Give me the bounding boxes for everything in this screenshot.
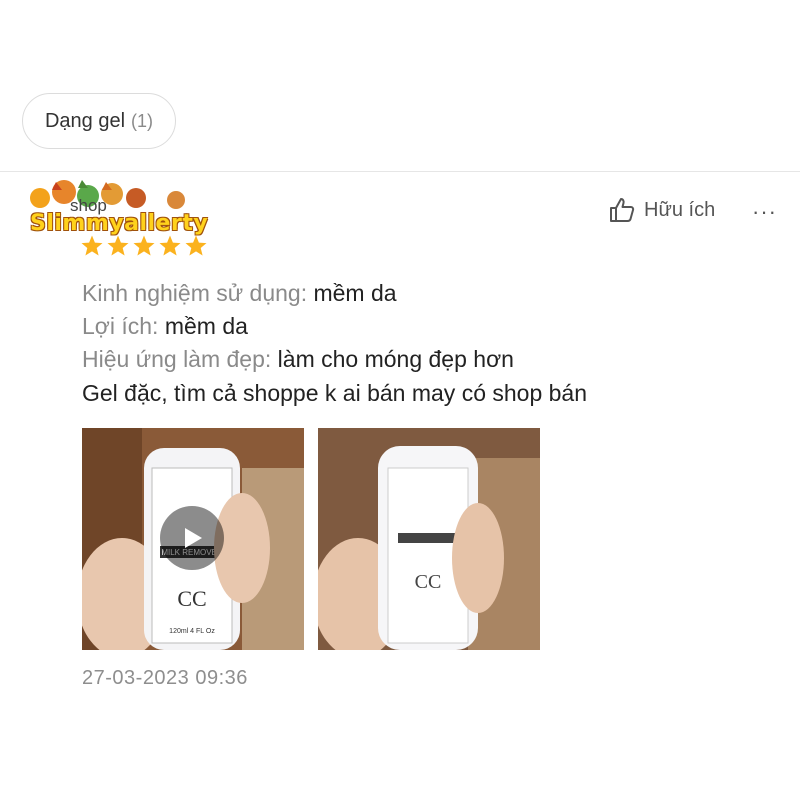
helpful-button[interactable]: Hữu ích xyxy=(608,196,715,224)
attribute-label: Kinh nghiệm sử dụng: xyxy=(82,280,308,306)
filter-chip-label: Dạng gel xyxy=(44,109,126,132)
review-comment: Gel đặc, tìm cả shoppe k ai bán may có s… xyxy=(82,380,588,406)
review-attribute-benefit: Lợi ích: mềm da xyxy=(82,313,248,340)
avatar-sticker-text: Slimmyallerty xyxy=(30,211,209,236)
svg-text:CC: CC xyxy=(415,571,442,593)
bottle-volume: 120ml 4 FL Oz xyxy=(169,628,215,635)
svg-text:CC: CC xyxy=(177,586,206,611)
more-dots-icon[interactable]: ··· xyxy=(752,199,777,225)
attribute-label: Lợi ích: xyxy=(82,313,159,339)
review-video-thumbnail[interactable]: MILK REMOVER CC 120ml 4 FL Oz xyxy=(82,428,304,650)
star-icon xyxy=(185,235,207,256)
thumbs-up-icon xyxy=(610,198,635,222)
filter-chip-count: (1) xyxy=(131,110,154,131)
star-icon xyxy=(133,235,155,256)
attribute-value: mềm da xyxy=(164,313,248,339)
star-icon xyxy=(159,235,181,256)
star-icon xyxy=(107,235,129,256)
attribute-value: mềm da xyxy=(313,280,397,306)
divider xyxy=(0,171,800,172)
review-image-thumbnail[interactable]: CC xyxy=(318,428,540,650)
star-icon xyxy=(81,235,103,256)
play-icon[interactable] xyxy=(160,506,224,570)
bottle-photo: CC xyxy=(318,428,540,650)
helpful-label: Hữu ích xyxy=(644,198,716,221)
review-timestamp: 27-03-2023 09:36 xyxy=(82,667,248,689)
rating-stars xyxy=(80,234,208,258)
filter-chip-gel[interactable]: Dạng gel (1) xyxy=(22,93,176,149)
attribute-label: Hiệu ứng làm đẹp: xyxy=(82,346,272,372)
review-attribute-experience: Kinh nghiệm sử dụng: mềm da xyxy=(82,280,397,307)
review-attribute-beauty-effect: Hiệu ứng làm đẹp: làm cho móng đẹp hơn xyxy=(82,346,514,373)
attribute-value: làm cho móng đẹp hơn xyxy=(277,346,514,372)
